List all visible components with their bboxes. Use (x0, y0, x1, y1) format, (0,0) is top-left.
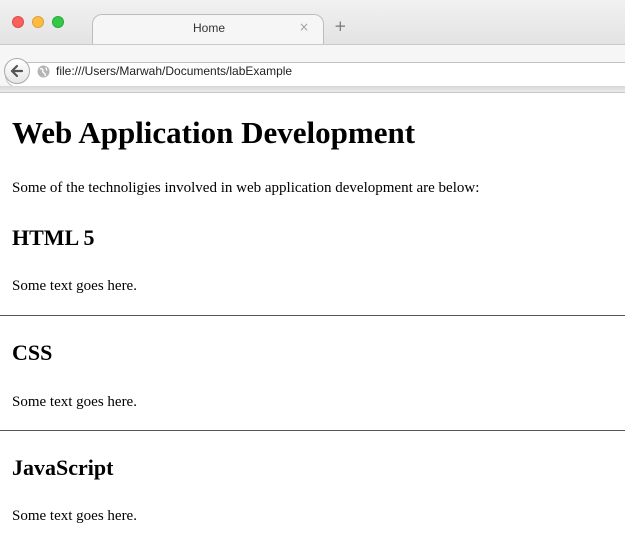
window-close-button[interactable] (12, 16, 24, 28)
address-text[interactable]: file:///Users/Marwah/Documents/labExampl… (56, 64, 292, 78)
chrome-divider (0, 86, 625, 93)
back-button[interactable] (4, 58, 30, 84)
section-text: Some text goes here. (12, 394, 137, 410)
section-heading: CSS (12, 340, 53, 365)
plus-icon[interactable]: + (334, 19, 347, 34)
tab-strip: Home × + (0, 0, 625, 45)
window-minimize-button[interactable] (32, 16, 44, 28)
tab-title: Home (192, 21, 225, 35)
section-text: Some text goes here. (12, 508, 137, 524)
page-title: Web Application Development (12, 115, 416, 150)
section-text: Some text goes here. (12, 278, 137, 294)
globe-icon (37, 65, 50, 78)
window-maximize-button[interactable] (52, 16, 64, 28)
intro-text: Some of the technoligies involved in web… (12, 180, 480, 196)
close-icon[interactable]: × (299, 20, 309, 34)
back-arrow-icon (10, 64, 24, 78)
section-divider (0, 430, 625, 431)
section-heading: HTML 5 (12, 225, 95, 250)
section-heading: JavaScript (12, 455, 114, 480)
tab-home[interactable]: Home × (92, 14, 324, 45)
section-divider (0, 315, 625, 316)
browser-chrome: Home × + file:///Users/Marwah/Documents/… (0, 0, 625, 93)
